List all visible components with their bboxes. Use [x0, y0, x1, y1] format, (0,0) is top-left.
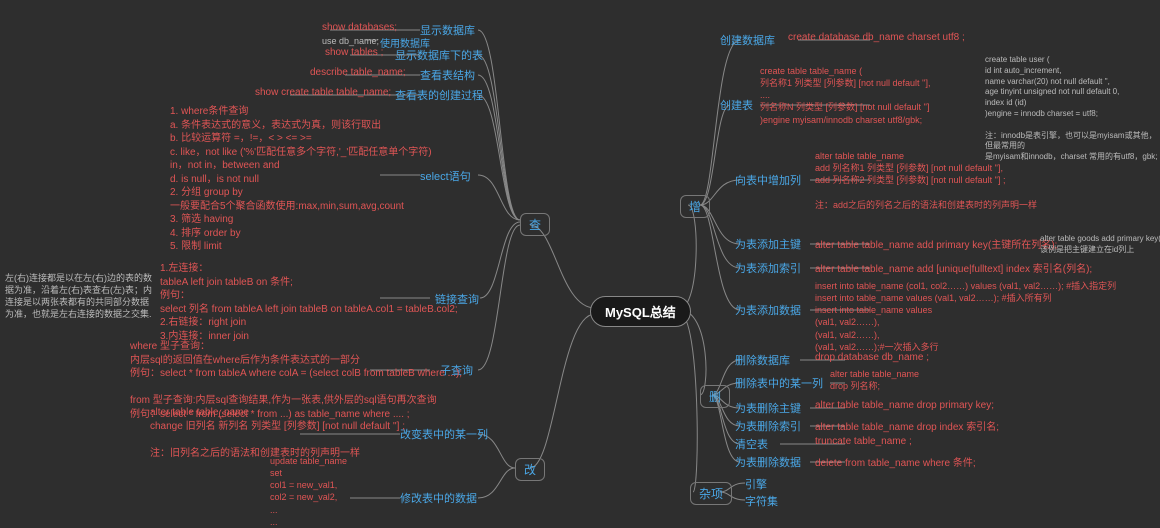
sub-add-col[interactable]: 向表中增加列	[735, 172, 801, 188]
major-shan[interactable]: 删	[700, 385, 730, 408]
cmd-drop-pk: alter table table_name drop primary key;	[815, 400, 994, 411]
sub-add-pk[interactable]: 为表添加主键	[735, 236, 801, 252]
cmd-create-db: create database db_name charset utf8 ;	[788, 32, 965, 43]
sub-describe[interactable]: 查看表结构	[420, 67, 475, 83]
sub-show-create[interactable]: 查看表的创建过程	[395, 87, 483, 103]
add-col-lines: alter table table_nameadd 列名称1 列类型 [列参数]…	[815, 150, 1037, 211]
create-table-lines: create table table_name (列名称1 列类型 [列参数] …	[760, 65, 931, 126]
sub-show-tables[interactable]: 显示数据库下的表	[395, 47, 483, 63]
sub-drop-col[interactable]: 删除表中的某一列	[735, 375, 823, 391]
major-cha[interactable]: 查	[520, 213, 550, 236]
sub-create-db[interactable]: 创建数据库	[720, 32, 775, 48]
cmd-drop-db: drop database db_name ;	[815, 352, 929, 363]
cmd-delete: delete from table_name where 条件;	[815, 454, 976, 469]
add-pk-note: alter table goods add primary key(id) 该例…	[1040, 234, 1160, 256]
cmd-show-create: show create table table_name;	[255, 87, 391, 98]
add-data-lines: insert into table_name (col1, col2……) va…	[815, 280, 1116, 353]
sub-change-col[interactable]: 改变表中的某一列	[400, 426, 488, 442]
sub-create-table[interactable]: 创建表	[720, 97, 753, 113]
major-za[interactable]: 杂项	[690, 482, 732, 505]
join-lines: 1.左连接：tableA left join tableB on 条件;例句：s…	[160, 262, 458, 343]
sub-drop-db[interactable]: 删除数据库	[735, 352, 790, 368]
sub-add-idx[interactable]: 为表添加索引	[735, 260, 801, 276]
cmd-add-idx: alter table table_name add [unique|fullt…	[815, 260, 1092, 275]
sub-add-data[interactable]: 为表添加数据	[735, 302, 801, 318]
cmd-use-db: use db_name;	[322, 35, 379, 47]
cmd-describe: describe table_name;	[310, 67, 406, 78]
update-lines: update table_namesetcol1 = new_val1,col2…	[270, 455, 347, 528]
major-zeng[interactable]: 增	[680, 195, 710, 218]
change-col-lines: alter table table_namechange 旧列名 新列名 列类型…	[150, 406, 405, 460]
sub-drop-pk[interactable]: 为表删除主键	[735, 400, 801, 416]
sub-drop-idx[interactable]: 为表删除索引	[735, 418, 801, 434]
cmd-truncate: truncate table_name ;	[815, 436, 912, 447]
drop-col-lines: alter table table_namedrop 列名称;	[830, 368, 919, 392]
major-gai[interactable]: 改	[515, 458, 545, 481]
sub-update-data[interactable]: 修改表中的数据	[400, 490, 477, 506]
cmd-show-tables: show tables ;	[325, 47, 383, 58]
sub-truncate[interactable]: 清空表	[735, 436, 768, 452]
sub-engine[interactable]: 引擎	[745, 476, 767, 492]
join-note: 左(右)连接都是以在左(右)边的表的数据为准，沿着左(右)表查右(左)表；内连接…	[5, 272, 155, 321]
sub-charset[interactable]: 字符集	[745, 493, 778, 509]
cmd-add-pk: alter table table_name add primary key(主…	[815, 236, 1057, 251]
select-lines: 1. where条件查询a. 条件表达式的意义，表达式为真，则该行取出b. 比较…	[170, 105, 432, 254]
create-table-example: create table user (id int auto_increment…	[985, 55, 1160, 163]
cmd-drop-idx: alter table table_name drop index 索引名;	[815, 418, 999, 433]
root-node[interactable]: MySQL总结	[590, 296, 691, 327]
sub-delete[interactable]: 为表删除数据	[735, 454, 801, 470]
cmd-show-db: show databases;	[322, 22, 397, 33]
